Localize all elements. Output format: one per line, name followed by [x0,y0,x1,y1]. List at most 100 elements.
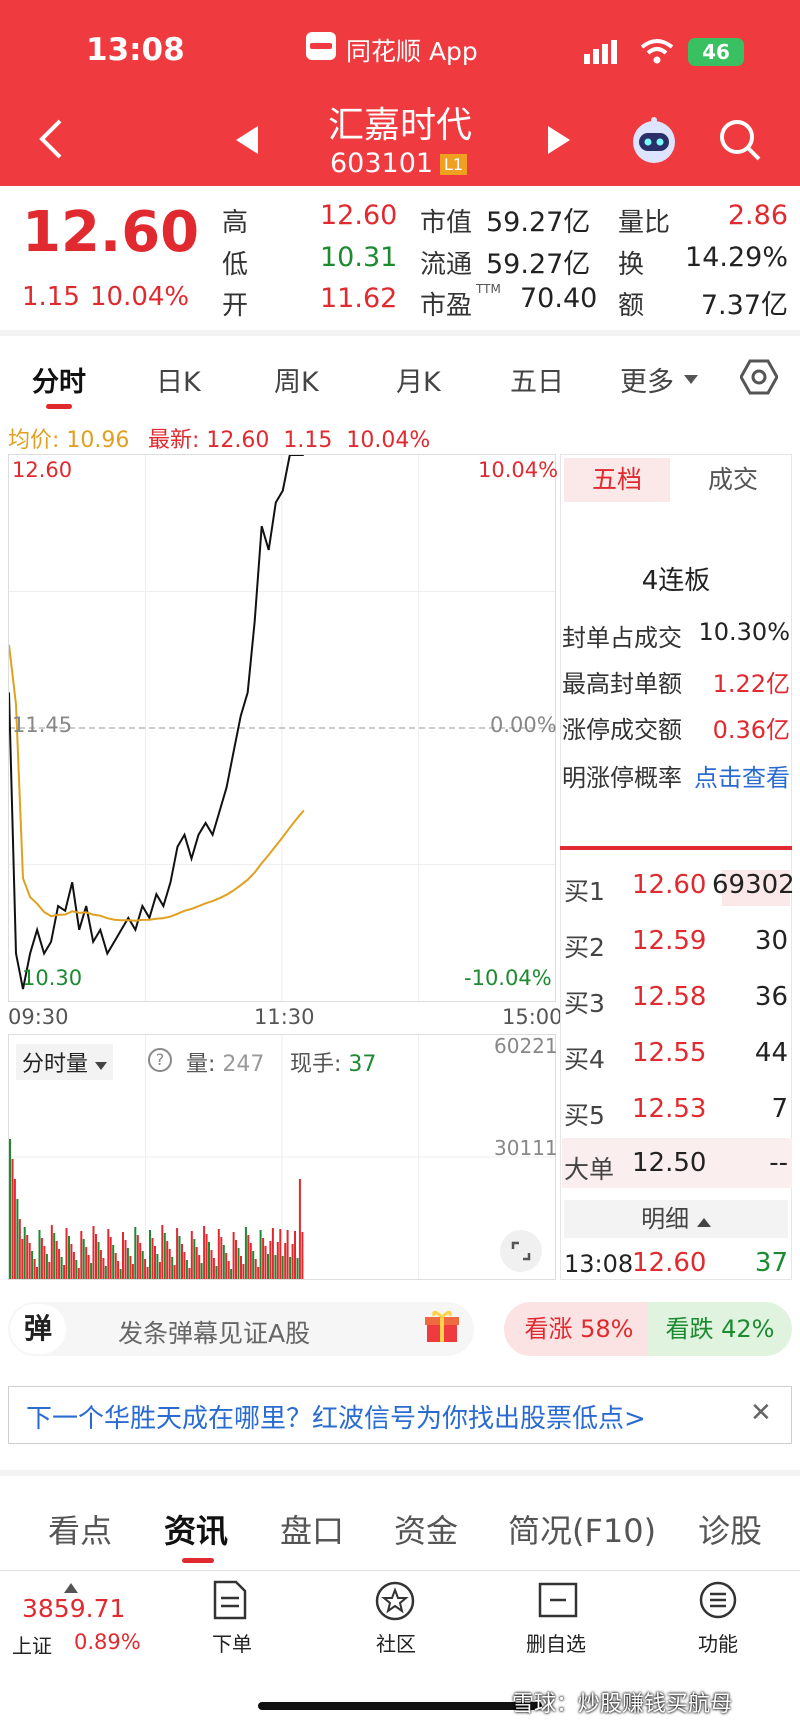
tab-highlights[interactable]: 看点 [48,1506,112,1552]
next-stock-icon[interactable] [546,126,570,158]
volume-bar [190,1231,193,1279]
volume-bar [40,1238,43,1279]
volume-type-dropdown[interactable]: 分时量 [16,1044,114,1080]
bid-level-price: 12.55 [632,1038,707,1068]
volume-bar [176,1228,179,1279]
expand-icon[interactable] [500,1230,542,1272]
volume-bar [11,1159,14,1279]
tab-order-book[interactable]: 盘口 [280,1506,344,1552]
volume-bar [163,1233,166,1279]
volume-bar [126,1248,129,1279]
tab-five-day[interactable]: 五日 [510,360,564,399]
time-start: 09:30 [8,1005,69,1029]
prev-stock-icon[interactable] [236,126,260,158]
tab-news[interactable]: 资讯 [164,1506,228,1552]
bullish-button[interactable]: 看涨 58% [504,1302,654,1356]
volume-bar [205,1234,208,1279]
volume-bar [271,1228,274,1279]
chart-bottom-price: 10.30 [22,966,83,990]
intraday-price-chart[interactable] [8,454,556,1002]
volume-bar [212,1258,215,1279]
detail-header[interactable]: 明细 [564,1200,788,1238]
tab-more[interactable]: 更多 [620,360,674,399]
avg-price-label: 均价: 10.96 [8,428,130,453]
status-app: 同花顺 App [346,37,478,66]
back-icon[interactable] [38,118,64,170]
tab-diagnosis[interactable]: 诊股 [698,1506,762,1552]
volume-bar [144,1259,147,1279]
app-logo-icon [306,32,336,60]
volume-bar [227,1261,230,1279]
robot-assistant-icon[interactable] [628,116,680,164]
nav-community[interactable]: 社区 [376,1628,416,1657]
nav-order[interactable]: 下单 [212,1628,252,1657]
tab-intraday[interactable]: 分时 [32,360,86,399]
volume-bar [92,1226,95,1279]
danmu-icon[interactable]: 弹 [10,1304,66,1354]
tab-monthly-k[interactable]: 月K [396,360,441,399]
divider [0,330,800,336]
volume-bar [166,1241,169,1279]
bid-level-label: 买5 [564,1101,605,1130]
remove-watchlist-icon[interactable] [538,1582,578,1622]
index-value[interactable]: 3859.71 [22,1594,125,1623]
settings-hexagon-icon[interactable] [739,358,779,400]
volume-bar [276,1242,279,1279]
tab-weekly-k[interactable]: 周K [274,360,319,399]
bid-level-volume: 7 [771,1094,788,1124]
bid-level-price: 12.60 [632,870,707,900]
tab-trades[interactable]: 成交 [680,458,786,502]
volume-bar [294,1231,296,1279]
search-icon[interactable] [718,118,762,166]
nav-remove-watchlist[interactable]: 删自选 [526,1628,586,1657]
volume-bar [264,1246,267,1279]
volume-bar [222,1245,225,1279]
volume-bar [208,1242,210,1279]
volume-bar [252,1251,255,1279]
bid-level-label: 买4 [564,1045,605,1074]
tab-funds[interactable]: 资金 [394,1506,458,1552]
volume-bar [43,1246,46,1279]
index-pct[interactable]: 0.89% [74,1630,141,1654]
help-icon[interactable]: ? [148,1048,172,1072]
gift-icon[interactable] [424,1308,460,1348]
volume-bar [70,1244,73,1279]
probability-link[interactable]: 点击查看 [690,758,790,793]
chevron-down-icon[interactable] [684,370,698,389]
detail-price: 12.60 [632,1248,707,1278]
volume-bar [97,1242,100,1279]
bid-level-volume: 36 [754,982,788,1012]
ad-banner-text[interactable]: 下一个华胜天成在哪里？红波信号为你找出股票低点> [26,1398,646,1435]
volume-bar [210,1250,213,1279]
volume-bar [136,1235,139,1279]
turnover-label: 换 [618,250,645,280]
time-mid: 11:30 [254,1005,315,1029]
index-name[interactable]: 上证 [12,1630,52,1659]
tab-profile[interactable]: 简况(F10) [508,1506,656,1552]
volume-bar [33,1259,36,1279]
price-divider [560,846,792,850]
order-icon[interactable] [212,1580,248,1624]
bid-level-volume: 44 [754,1038,788,1068]
tab-daily-k[interactable]: 日K [156,360,201,399]
cellular-signal-icon [584,40,618,64]
volume-bar [230,1269,233,1279]
volume-bar [249,1243,252,1279]
bearish-button[interactable]: 看跌 42% [648,1302,792,1356]
volume-bar [244,1227,247,1279]
bid-level-volume: 30 [754,926,788,956]
big-order-price: 12.50 [632,1148,707,1178]
community-icon[interactable] [374,1580,416,1626]
tab-five-levels[interactable]: 五档 [564,458,670,502]
close-icon[interactable]: ✕ [750,1398,772,1428]
volume-bar [77,1268,80,1279]
probability-label: 明涨停概率 [562,764,682,792]
menu-icon[interactable] [698,1580,738,1624]
mcap-label: 市值 [420,208,473,238]
danmu-input[interactable]: 发条弹幕见证A股 [118,1314,310,1350]
bid-level-volume: 69302 [712,870,795,900]
nav-functions[interactable]: 功能 [698,1628,738,1657]
watermark: 雪球：炒股赚钱买航母 [512,1692,733,1717]
volume-bar [183,1252,186,1279]
volume-bar [267,1254,269,1279]
